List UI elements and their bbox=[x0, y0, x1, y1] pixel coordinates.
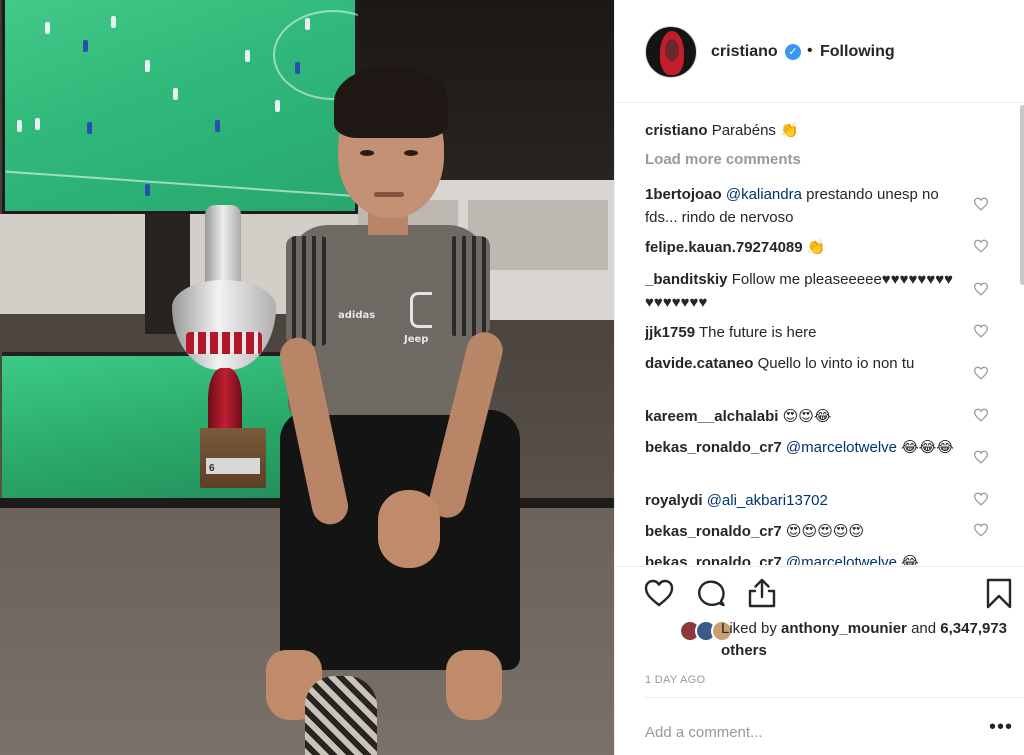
comment-item: bekas_ronaldo_cr7 @marcelotwelve 😂 bbox=[645, 554, 919, 565]
comment-username[interactable]: cristiano bbox=[645, 122, 708, 139]
comment-like-heart-icon[interactable] bbox=[973, 492, 989, 506]
trophy-plate: 6 bbox=[206, 458, 260, 474]
action-bar bbox=[615, 566, 1024, 616]
avatar[interactable] bbox=[645, 26, 697, 78]
load-more-comments-link[interactable]: Load more comments bbox=[645, 151, 801, 168]
comment-like-heart-icon[interactable] bbox=[973, 282, 989, 296]
comment-like-heart-icon[interactable] bbox=[973, 239, 989, 253]
liker-username[interactable]: anthony_mounier bbox=[781, 620, 907, 637]
comment-like-heart-icon[interactable] bbox=[973, 197, 989, 211]
comment-icon[interactable] bbox=[695, 577, 727, 609]
comment-item: _banditskiy Follow me pleaseeeee♥♥♥♥♥♥♥♥… bbox=[645, 271, 954, 311]
boy-hair bbox=[334, 66, 448, 138]
comment-item: royalydi @ali_akbari13702 bbox=[645, 492, 828, 509]
boy-hands bbox=[378, 490, 440, 568]
verified-icon: ✓ bbox=[785, 44, 801, 60]
post-side-panel: cristiano ✓ • Following cristiano Parabé… bbox=[614, 0, 1024, 755]
post-header: cristiano ✓ • Following bbox=[615, 0, 1024, 103]
comment-item: bekas_ronaldo_cr7 😍😍😍😍😍 bbox=[645, 523, 865, 540]
comment-like-heart-icon[interactable] bbox=[973, 324, 989, 338]
post-photo[interactable]: 6 adidas Jeep bbox=[0, 0, 614, 755]
more-options-icon[interactable]: ••• bbox=[989, 716, 1013, 739]
username-link[interactable]: cristiano bbox=[711, 43, 778, 61]
comment-item: felipe.kauan.79274089 👏 bbox=[645, 239, 826, 256]
shirt-brand: adidas bbox=[338, 310, 376, 321]
comment-item: kareem__alchalabi 😍😍😂 bbox=[645, 408, 832, 425]
tv-screen bbox=[2, 0, 393, 214]
comment-item: jjk1759 The future is here bbox=[645, 324, 817, 341]
comments-list[interactable]: cristiano Parabéns 👏 Load more comments … bbox=[645, 115, 997, 565]
comment-text: Parabéns 👏 bbox=[711, 122, 799, 139]
shirt-sponsor: Jeep bbox=[404, 334, 429, 345]
comment-item: davide.cataneo Quello lo vinto io non tu bbox=[645, 355, 915, 372]
comments-scrollbar[interactable] bbox=[1020, 105, 1024, 285]
post-timestamp[interactable]: 1 DAY AGO bbox=[645, 674, 705, 686]
heart-icon[interactable] bbox=[643, 577, 675, 609]
shirt-crest bbox=[410, 292, 432, 328]
separator-dot: • bbox=[807, 42, 813, 59]
comment-like-heart-icon[interactable] bbox=[973, 408, 989, 422]
comment-like-heart-icon[interactable] bbox=[973, 523, 989, 537]
slipper bbox=[305, 676, 377, 755]
comment-item: bekas_ronaldo_cr7 @marcelotwelve 😂😂😂 bbox=[645, 439, 954, 456]
likes-summary: Liked by anthony_mounier and 6,347,973 o… bbox=[645, 618, 1007, 666]
comment-item: 1bertojoao @kaliandra prestando unesp no… bbox=[645, 186, 939, 226]
comment-like-heart-icon[interactable] bbox=[973, 366, 989, 380]
caption: cristiano Parabéns 👏 bbox=[645, 119, 961, 142]
bookmark-icon[interactable] bbox=[983, 577, 1015, 609]
share-icon[interactable] bbox=[746, 577, 778, 609]
add-comment-input[interactable]: Add a comment... bbox=[645, 724, 763, 741]
following-button[interactable]: Following bbox=[820, 43, 895, 61]
comment-like-heart-icon[interactable] bbox=[973, 450, 989, 464]
trophy-figure bbox=[205, 205, 241, 285]
add-comment-box: Add a comment... ••• bbox=[645, 697, 1024, 755]
